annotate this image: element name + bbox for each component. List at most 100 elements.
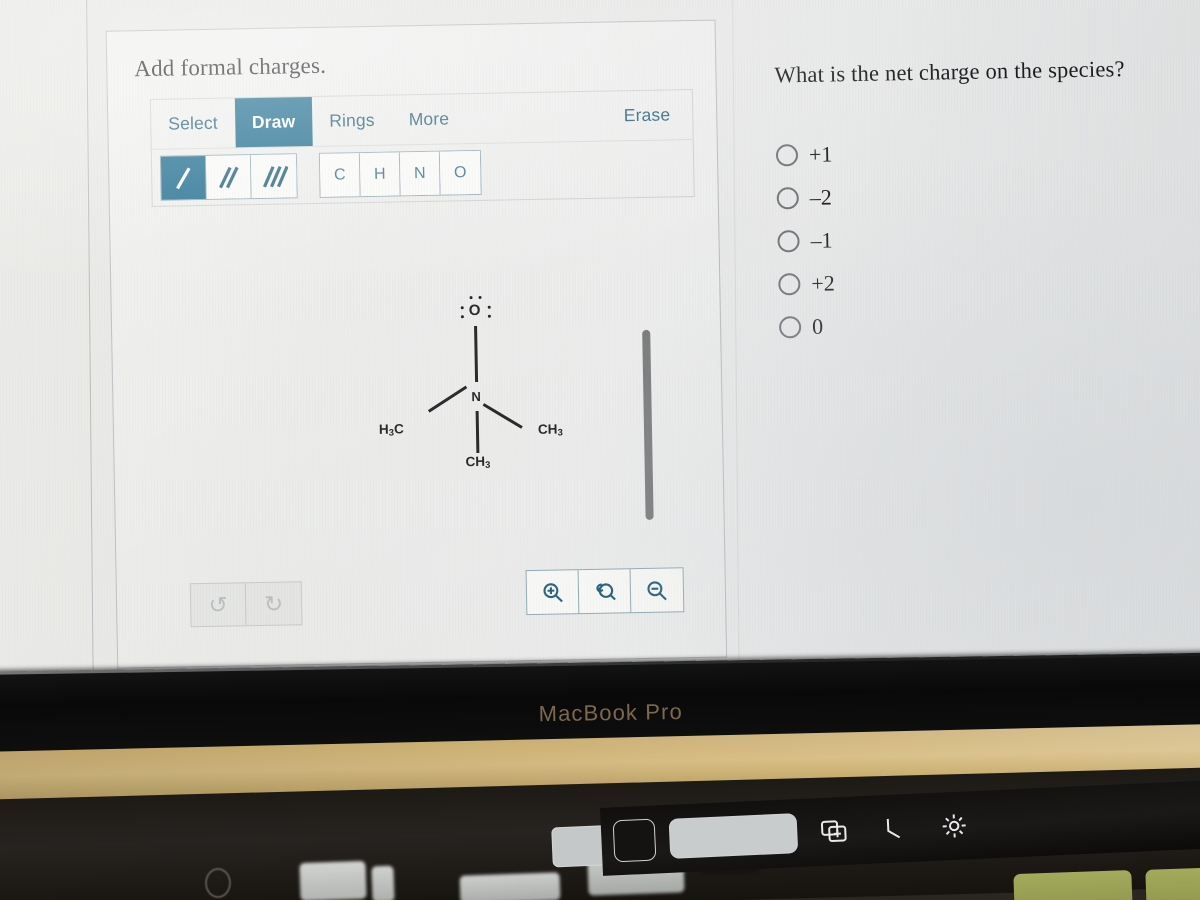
option-label-plus-1: +1 <box>808 140 833 167</box>
erase-button[interactable]: Erase <box>624 104 671 126</box>
undo-button[interactable]: ↺ <box>190 583 247 627</box>
tab-draw[interactable]: Draw <box>234 96 313 148</box>
erase-button-label: Erase <box>623 104 671 126</box>
tab-rings[interactable]: Rings <box>312 96 392 146</box>
bond-nitrogen-methyl-left[interactable] <box>427 385 468 413</box>
molecule-editor-panel: Add formal charges. Select Draw Rings Mo… <box>105 19 728 669</box>
methyl-bottom-sub: 3 <box>485 459 491 471</box>
bond-nitrogen-methyl-right[interactable] <box>482 403 523 429</box>
tab-draw-label: Draw <box>251 111 296 133</box>
triple-bond-icon <box>262 165 289 188</box>
keyboard-key-blur <box>299 860 367 900</box>
element-button-h[interactable]: H <box>359 152 401 197</box>
element-button-o[interactable]: O <box>439 150 481 195</box>
oxygen-lone-pair-dot <box>487 305 492 310</box>
element-label-c: C <box>333 165 346 184</box>
option-label-minus-1: –1 <box>810 226 833 253</box>
chevron-angle-icon <box>886 818 901 839</box>
question-column: What is the net charge on the species? +… <box>774 55 1199 349</box>
single-bond-icon <box>176 166 191 189</box>
oxygen-lone-pair-dot <box>460 306 465 310</box>
atom-label-methyl-left[interactable]: H3C <box>379 421 404 438</box>
radio-minus-2[interactable] <box>776 186 799 209</box>
zoom-out-button[interactable] <box>631 568 684 612</box>
option-label-plus-2: +2 <box>811 269 835 296</box>
atom-label-oxygen[interactable]: O <box>469 302 481 319</box>
redo-button[interactable]: ↻ <box>246 582 302 625</box>
atom-label-methyl-right[interactable]: CH3 <box>537 421 563 439</box>
option-label-zero: 0 <box>811 313 824 339</box>
option-minus-1[interactable]: –1 <box>777 212 1198 263</box>
keyboard-key-blur <box>371 865 395 900</box>
prompt-text: Add formal charges. <box>134 52 327 82</box>
tab-more-label: More <box>408 108 450 130</box>
option-minus-2[interactable]: –2 <box>776 169 1197 220</box>
zoom-button-group <box>525 567 685 616</box>
brightness-sun-icon <box>942 814 966 838</box>
tab-more[interactable]: More <box>391 94 466 144</box>
keyboard-key-blur <box>459 872 561 900</box>
touch-bar-brightness-button[interactable] <box>931 811 978 841</box>
touch-bar-angle-button[interactable] <box>871 815 918 843</box>
atom-label-nitrogen[interactable]: N <box>471 389 481 404</box>
oxygen-lone-pair-dot <box>469 296 473 300</box>
element-label-n: N <box>413 164 426 182</box>
option-zero[interactable]: 0 <box>778 298 1200 349</box>
tab-rings-label: Rings <box>329 109 375 131</box>
keyboard-keycap <box>1013 869 1133 900</box>
element-label-h: H <box>373 165 386 183</box>
element-button-n[interactable]: N <box>399 151 441 196</box>
triple-bond-button[interactable] <box>250 154 297 199</box>
tab-select-label: Select <box>168 112 219 134</box>
redo-icon: ↻ <box>263 590 284 617</box>
option-plus-1[interactable]: +1 <box>775 126 1197 177</box>
methyl-left-c: C <box>393 421 404 437</box>
zoom-in-button[interactable] <box>526 570 580 615</box>
zoom-reset-button[interactable] <box>578 569 632 614</box>
touch-bar-new-window-button[interactable] <box>811 817 858 845</box>
zoom-in-icon <box>542 582 563 602</box>
deck-circle-glyph-icon <box>205 868 231 898</box>
methyl-bottom-ch: CH <box>465 453 486 470</box>
editor-toolbar: Select Draw Rings More Erase C H N O <box>149 89 695 207</box>
history-button-group: ↺ ↻ <box>189 581 303 628</box>
photo-scene: Add formal charges. Select Draw Rings Mo… <box>0 0 1200 900</box>
canvas-vertical-scrollbar[interactable] <box>642 329 654 520</box>
quiz-page: Add formal charges. Select Draw Rings Mo… <box>90 0 1200 673</box>
tab-select[interactable]: Select <box>151 98 235 149</box>
molecule-structure[interactable]: O N H3C CH3 CH3 <box>369 294 603 498</box>
element-label-o: O <box>453 163 467 181</box>
question-title: What is the net charge on the species? <box>774 56 1125 88</box>
radio-zero[interactable] <box>778 315 802 338</box>
bond-tool-group <box>159 153 298 201</box>
answer-options: +1 –2 –1 +2 0 <box>775 126 1200 349</box>
touch-bar-key-wide[interactable] <box>668 813 799 859</box>
radio-plus-2[interactable] <box>778 272 801 295</box>
zoom-reset-icon <box>595 582 616 600</box>
undo-icon: ↺ <box>208 591 228 618</box>
methyl-left-h: H <box>378 421 389 437</box>
radio-minus-1[interactable] <box>777 229 800 252</box>
bond-nitrogen-methyl-bottom[interactable] <box>475 410 479 454</box>
atom-label-methyl-bottom[interactable]: CH3 <box>465 454 490 471</box>
element-tool-group: C H N O <box>318 149 482 198</box>
methyl-right-ch: CH <box>537 421 558 437</box>
option-label-minus-2: –2 <box>809 183 832 210</box>
option-plus-2[interactable]: +2 <box>778 255 1199 306</box>
bond-oxygen-nitrogen[interactable] <box>474 326 478 383</box>
keyboard-keycap <box>1145 866 1200 900</box>
toolbar-tools-row: C H N O <box>152 140 694 207</box>
oxygen-lone-pair-dot <box>460 315 465 319</box>
zoom-out-icon <box>647 580 667 600</box>
double-bond-icon <box>219 166 239 188</box>
oxygen-lone-pair-dot <box>487 314 492 319</box>
radio-plus-1[interactable] <box>775 143 799 166</box>
double-bond-button[interactable] <box>205 155 252 199</box>
oxygen-lone-pair-dot <box>478 295 482 300</box>
laptop-screen: Add formal charges. Select Draw Rings Mo… <box>0 0 1200 688</box>
touch-bar-key-dark[interactable] <box>612 818 657 863</box>
element-button-c[interactable]: C <box>319 153 361 197</box>
single-bond-button[interactable] <box>160 155 207 200</box>
methyl-right-sub: 3 <box>557 427 563 439</box>
drawing-canvas[interactable]: O N H3C CH3 CH3 <box>152 207 702 612</box>
